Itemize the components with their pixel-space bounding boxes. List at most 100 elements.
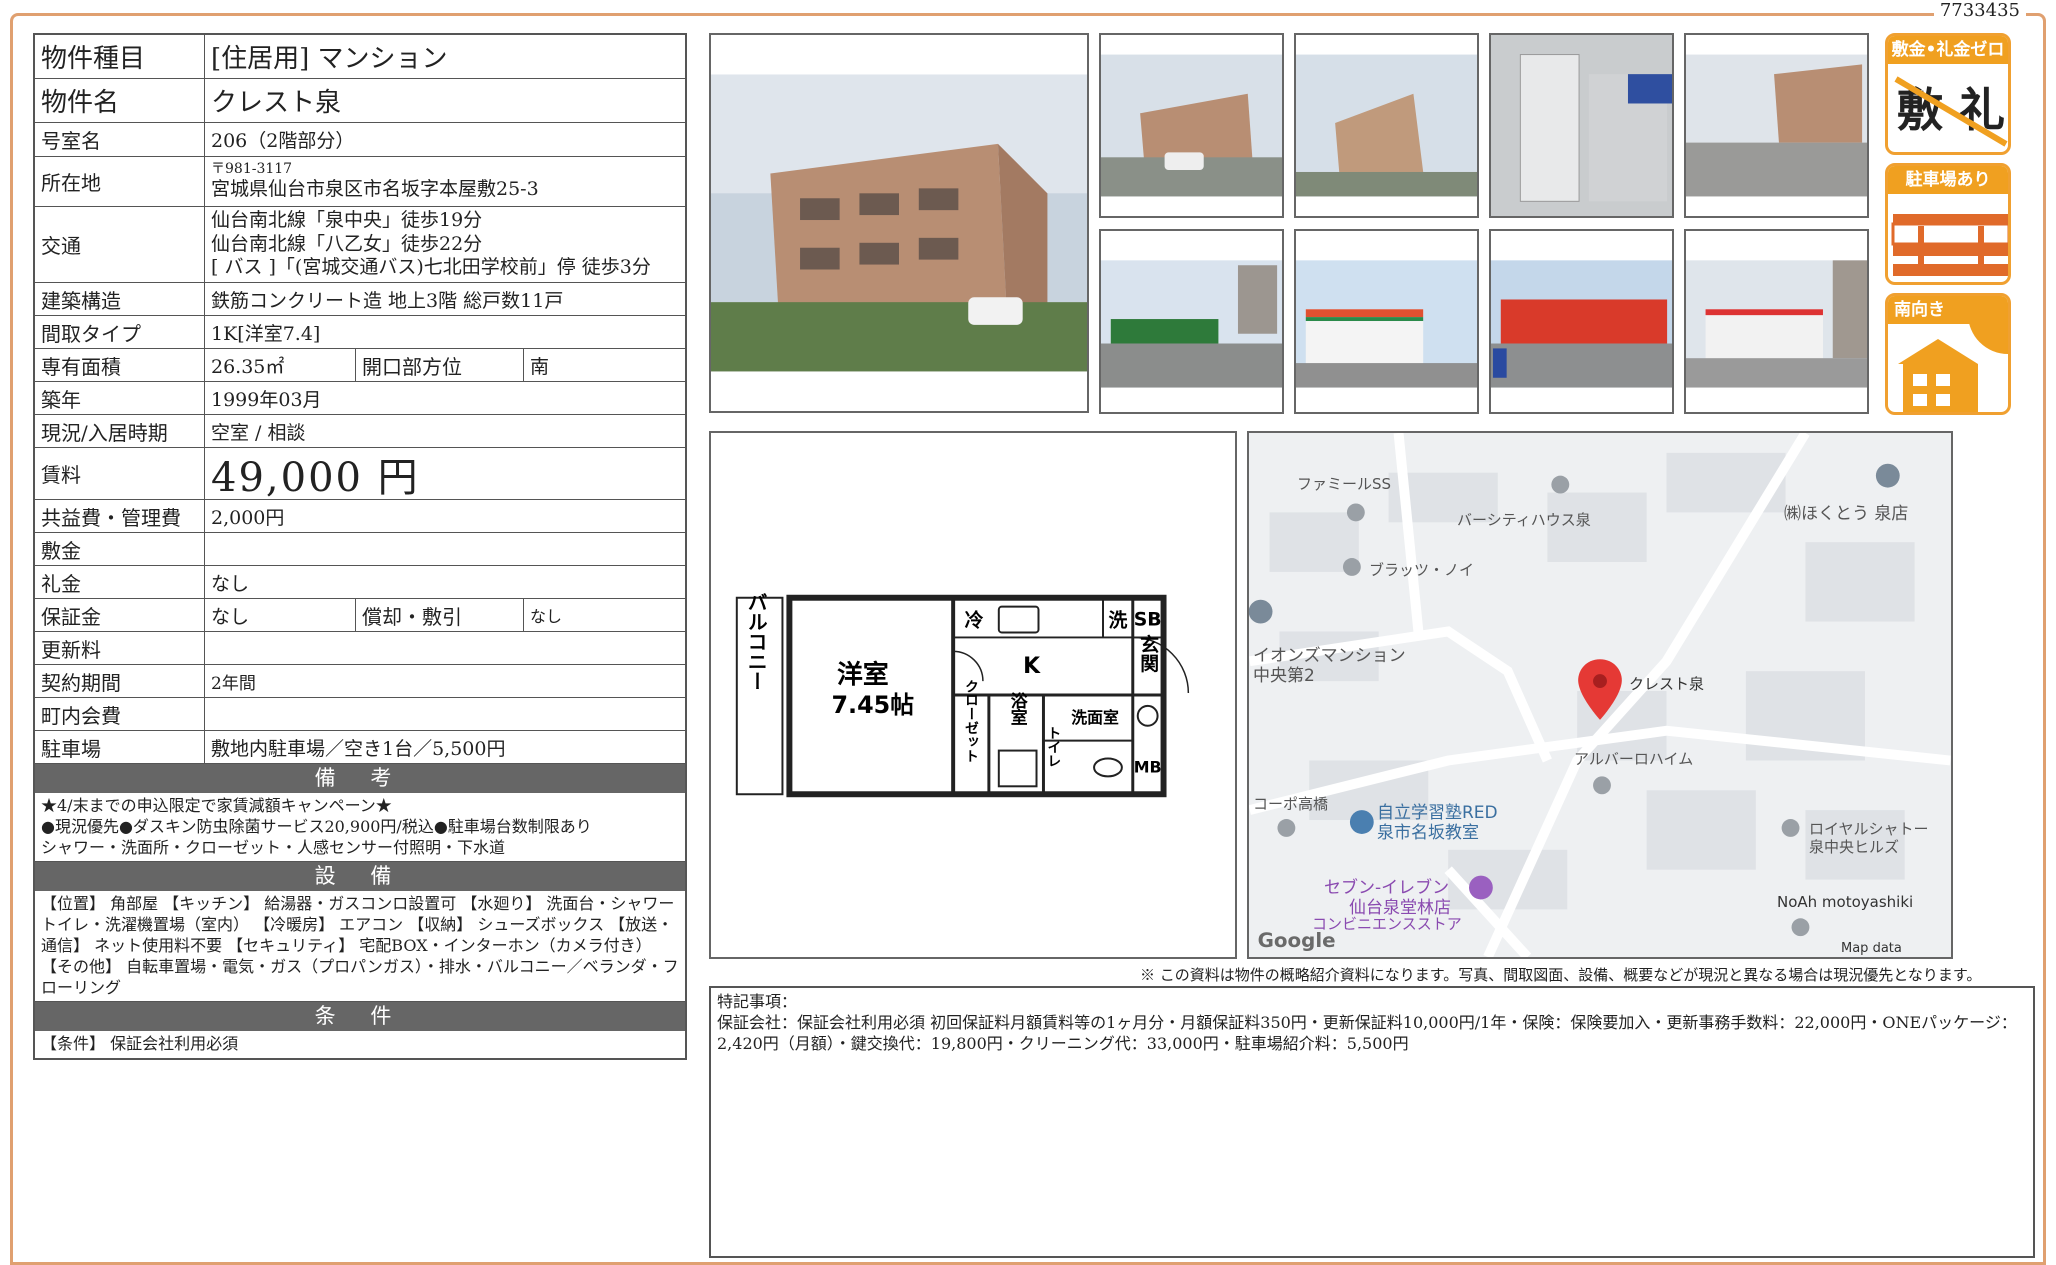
building-photo-thumb (1294, 33, 1479, 218)
parking-badge-title: 駐車場あり (1888, 166, 2008, 194)
parking-photo (1684, 33, 1869, 218)
amortization-value: なし (523, 599, 685, 631)
neighborhood-photo (1099, 229, 1284, 414)
south-facing-title: 南向き (1888, 296, 2008, 324)
town-fee-value (205, 698, 685, 730)
zero-deposit-icon: 敷 礼 (1894, 76, 2008, 147)
zero-deposit-badge: 敷金•礼金ゼロ 敷 礼 (1885, 33, 2011, 155)
conditions-header: 条 件 (35, 1002, 685, 1032)
fee-label: 共益費・管理費 (35, 500, 205, 532)
conditions-body: 【条件】 保証会社利用必須 (41, 1034, 239, 1054)
built-value: 1999年03月 (211, 388, 322, 411)
map-label: ブラッツ・ノイ (1369, 561, 1475, 579)
area-label: 専有面積 (35, 349, 205, 381)
transport-line: [ バス ]「(宮城交通バス)七北田学校前」停 徒歩3分 (211, 256, 651, 279)
map-label: ファミールSS (1297, 475, 1392, 493)
map-label: NoAh motoyashiki (1777, 893, 1914, 911)
map-label: コンビニエンスストア (1312, 915, 1462, 933)
equipment-header: 設 備 (35, 862, 685, 892)
renewal-label: 更新料 (35, 632, 205, 664)
parking-badge: 駐車場あり (1885, 163, 2011, 285)
parking-icon (1891, 214, 2008, 276)
deposit-value (205, 533, 685, 565)
map-label: バーシティハウス泉 (1457, 511, 1591, 529)
renewal-value (205, 632, 685, 664)
name-value: クレスト泉 (211, 88, 342, 118)
status-value: 空室 / 相談 (211, 421, 306, 444)
parking-label: 駐車場 (35, 731, 205, 763)
area-value: 26.35㎡ (211, 355, 285, 378)
special-notes: 特記事項： 保証会社：保証会社利用必須 初回保証料月額賃料等の1ヶ月分・月額保証… (709, 986, 2035, 1258)
map-label: 泉中央ヒルズ (1809, 838, 1900, 856)
transport-line: 仙台南北線「八乙女」徒歩22分 (211, 232, 483, 255)
contract-value: 2年間 (211, 673, 256, 694)
special-notes-text: 保証会社：保証会社利用必須 初回保証料月額賃料等の1ヶ月分・月額保証料350円・… (717, 1012, 2017, 1053)
room-size: 7.45帖 (832, 691, 915, 719)
property-table: 物件種目 [住居用] マンション 物件名 クレスト泉 号室名 206（2階部分） 所在… (33, 33, 687, 1061)
room-label: 洋室 (837, 659, 889, 690)
convenience-store-photo (1294, 229, 1479, 414)
drugstore-photo (1489, 229, 1674, 414)
post-office-photo (1684, 229, 1869, 414)
address-label: 所在地 (35, 157, 205, 206)
rent-value: 49,000 円 (211, 454, 420, 501)
south-facing-badge: 南向き (1885, 293, 2011, 415)
mb-label: MB (1134, 757, 1162, 776)
name-label: 物件名 (35, 79, 205, 122)
rent-label: 賃料 (35, 448, 205, 499)
remarks-line: シャワー・洗面所・クローゼット・人感センサー付照明・下水道 (41, 837, 506, 857)
equipment-body: 【位置】 角部屋 【キッチン】 給湯器・ガスコンロ設置可 【水廻り】 洗面台・シ… (35, 891, 685, 1003)
mailbox-photo (1489, 33, 1674, 218)
special-notes-title: 特記事項： (717, 992, 798, 1011)
shoebox-label: SB (1134, 610, 1162, 631)
document-number: 7733435 (1933, 0, 2026, 21)
room-value: 206（2階部分） (211, 130, 355, 152)
town-fee-label: 町内会費 (35, 698, 205, 730)
transport-line: 仙台南北線「泉中央」徒歩19分 (211, 208, 483, 231)
layout-label: 間取タイプ (35, 316, 205, 348)
address-value: 宮城県仙台市泉区市名坂字本屋敷25-3 (211, 178, 539, 201)
key-money-label: 礼金 (35, 566, 205, 598)
washroom-label: 洗面室 (1071, 708, 1119, 727)
structure-value: 鉄筋コンクリート造 地上3階 総戸数11戸 (211, 289, 564, 312)
disclaimer: ※ この資料は物件の概略紹介資料になります。写真、間取図面、設備、概要などが現況… (1140, 966, 1982, 984)
balcony-label: バルコニー (744, 592, 767, 691)
remarks-line: ★4/末までの申込限定で家賃減額キャンペーン★ (41, 796, 392, 815)
washer-label: 洗 (1108, 609, 1127, 632)
type-label: 物件種目 (35, 35, 205, 78)
sun-house-icon (1898, 324, 2008, 412)
opening-label: 開口部方位 (355, 349, 523, 381)
remarks-body: ★4/末までの申込限定で家賃減額キャンペーン★ ●現況優先●ダスキン防虫除菌サー… (35, 793, 685, 863)
deposit-label: 敷金 (35, 533, 205, 565)
remarks-line: ●現況優先●ダスキン防虫除菌サービス20,900円/税込●駐車場台数制限あり (41, 816, 592, 836)
opening-value: 南 (523, 349, 685, 381)
map-label: アルバーロハイム (1574, 750, 1694, 768)
map-credit: Map data ©2024 (1841, 941, 1902, 957)
type-value: [住居用] マンション (211, 44, 448, 74)
floor-plan: 洋室 7.45帖 冷 洗 SB K 洗面室 MB バルコニー 玄関 クローゼット… (709, 431, 1237, 959)
structure-label: 建築構造 (35, 283, 205, 315)
zero-deposit-title: 敷金•礼金ゼロ (1888, 36, 2008, 64)
guarantee-value: なし (211, 605, 250, 628)
map-label: 中央第2 (1253, 666, 1315, 686)
map-label: クレスト泉 (1629, 675, 1705, 693)
bath-label: 浴室 (1008, 691, 1028, 726)
layout-value: 1K[洋室7.4] (211, 322, 321, 345)
entrance-label: 玄関 (1137, 633, 1158, 672)
key-money-value: なし (211, 572, 250, 595)
location-map[interactable]: Google ファミールSS バーシティハウス泉 ㈱ほくとう 泉店 ブラッツ・ノ… (1247, 431, 1953, 959)
fee-value: 2,000円 (211, 506, 285, 529)
building-photo-main (709, 33, 1089, 413)
toilet-label: トイレ (1045, 726, 1061, 768)
status-label: 現況/入居時期 (35, 415, 205, 447)
map-label: コーポ高橋 (1253, 795, 1329, 813)
parking-value: 敷地内駐車場／空き1台／5,500円 (211, 737, 506, 760)
kitchen-label: K (1023, 654, 1041, 679)
map-label: ㈱ほくとう 泉店 (1784, 504, 1909, 524)
fridge-label: 冷 (965, 609, 984, 632)
built-label: 築年 (35, 382, 205, 414)
amortization-label: 償却・敷引 (355, 599, 523, 631)
map-label: 泉市名坂教室 (1377, 823, 1479, 843)
room-label: 号室名 (35, 123, 205, 156)
contract-label: 契約期間 (35, 665, 205, 697)
